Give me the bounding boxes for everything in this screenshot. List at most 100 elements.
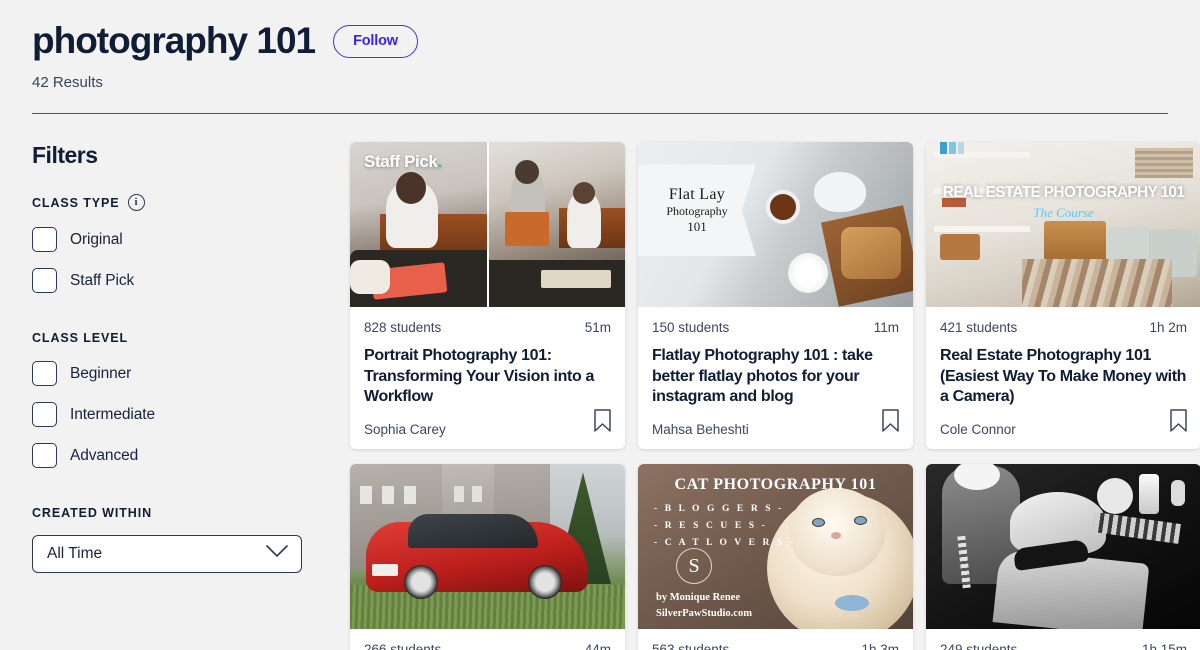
- card-title[interactable]: Real Estate Photography 101 (Easiest Way…: [940, 346, 1187, 407]
- bookmark-icon[interactable]: [1170, 409, 1187, 437]
- filters-heading: Filters: [32, 142, 98, 169]
- checkbox-original[interactable]: [32, 227, 57, 253]
- info-icon[interactable]: i: [127, 194, 145, 212]
- thumb-byline-1: by Monique Renee: [656, 592, 740, 604]
- checkbox-beginner[interactable]: [32, 361, 57, 387]
- follow-button[interactable]: Follow: [333, 24, 418, 58]
- card-title[interactable]: Portrait Photography 101: Transforming Y…: [364, 346, 611, 407]
- filter-option-advanced[interactable]: Advanced: [32, 443, 318, 469]
- search-results-page: photography 101 Follow 42 Results Filter…: [0, 0, 1200, 650]
- checkbox-label: Original: [70, 230, 123, 248]
- checkbox-intermediate[interactable]: [32, 402, 57, 428]
- duration: 1h 3m: [861, 642, 899, 650]
- thumb-tagline-3: - C A T L O V E R S -: [654, 538, 796, 549]
- checkbox-staff-pick[interactable]: [32, 268, 57, 294]
- staff-pick-dot: .: [437, 152, 442, 172]
- thumb-art-right: [488, 142, 625, 308]
- thumb-art-teapot: [814, 172, 866, 213]
- group-label-row: CLASS LEVEL: [32, 331, 318, 345]
- student-count: 421 students: [940, 320, 1018, 336]
- card-meta: 150 students 11m: [638, 307, 913, 335]
- student-count: 828 students: [364, 320, 442, 336]
- page-title: photography 101: [32, 20, 316, 61]
- thumb-art-rug: [1022, 259, 1172, 308]
- card-thumbnail[interactable]: Flat Lay Photography 101: [638, 142, 913, 308]
- page-header: photography 101 Follow 42 Results: [32, 0, 1168, 115]
- duration: 1h 15m: [1141, 642, 1187, 650]
- class-card[interactable]: Flat Lay Photography 101 150 students 11…: [638, 142, 913, 450]
- card-thumbnail[interactable]: Staff Pick.: [350, 142, 625, 308]
- filter-option-beginner[interactable]: Beginner: [32, 361, 318, 387]
- student-count: 249 students: [940, 642, 1018, 650]
- student-count: 563 students: [652, 642, 730, 650]
- card-meta: 249 students 1h 15m: [926, 629, 1200, 650]
- class-card[interactable]: 249 students 1h 15m: [926, 464, 1200, 650]
- results-count: 42 Results: [32, 73, 103, 91]
- card-footer: Mahsa Beheshti: [638, 407, 913, 449]
- thumb-tagline-1: - B L O G G E R S -: [654, 504, 784, 515]
- card-title[interactable]: Flatlay Photography 101 : take better fl…: [652, 346, 899, 407]
- student-count: 150 students: [652, 320, 730, 336]
- results-grid-column: Staff Pick. 828 students 51m Portrait Ph…: [318, 142, 1200, 650]
- filter-group-class-level: CLASS LEVEL Beginner Intermediate Advanc…: [32, 331, 318, 469]
- staff-pick-badge: Staff Pick.: [364, 152, 442, 172]
- card-author[interactable]: Cole Connor: [940, 422, 1016, 437]
- thumb-art-pastry: [841, 227, 901, 280]
- thumb-art-logo: S: [676, 548, 712, 585]
- thumb-title-line2: The Course: [1033, 205, 1094, 221]
- filters-sidebar: Filters CLASS TYPE i Original Staff Pick: [32, 142, 318, 650]
- thumb-art-teacup: [766, 190, 800, 225]
- card-meta: 563 students 1h 3m: [638, 629, 913, 650]
- card-author[interactable]: Mahsa Beheshti: [652, 422, 749, 437]
- duration: 11m: [873, 320, 899, 336]
- header-divider: [32, 112, 1168, 115]
- student-count: 266 students: [364, 642, 442, 650]
- thumb-title-banner: Flat Lay Photography 101: [638, 164, 756, 257]
- card-thumbnail[interactable]: [350, 464, 625, 630]
- class-card[interactable]: Staff Pick. 828 students 51m Portrait Ph…: [350, 142, 625, 450]
- filter-group-label: CLASS LEVEL: [32, 331, 129, 346]
- filter-option-intermediate[interactable]: Intermediate: [32, 402, 318, 428]
- bookmark-icon[interactable]: [882, 409, 899, 437]
- created-within-select-wrap: All Time: [32, 535, 302, 574]
- class-card-grid: Staff Pick. 828 students 51m Portrait Ph…: [350, 142, 1200, 650]
- thumb-title-line2: Photography: [666, 203, 728, 218]
- thumb-art-car-cabin: [408, 514, 538, 549]
- filter-group-label: CLASS TYPE: [32, 195, 120, 210]
- class-card[interactable]: CAT PHOTOGRAPHY 101 - B L O G G E R S - …: [638, 464, 913, 650]
- card-meta: 266 students 44m: [350, 629, 625, 650]
- filter-group-created-within: CREATED WITHIN All Time: [32, 506, 318, 574]
- filter-option-original[interactable]: Original: [32, 227, 318, 253]
- filter-option-staff-pick[interactable]: Staff Pick: [32, 268, 318, 294]
- card-thumbnail[interactable]: REAL ESTATE PHOTOGRAPHY 101 The Course: [926, 142, 1200, 308]
- card-thumbnail[interactable]: [926, 464, 1200, 630]
- filter-group-label: CREATED WITHIN: [32, 506, 152, 521]
- thumb-art-sign: [1097, 478, 1133, 515]
- thumb-tagline-2: - R E S C U E S -: [654, 521, 768, 532]
- thumb-byline-2: SilverPawStudio.com: [656, 608, 752, 620]
- created-within-select[interactable]: All Time: [32, 535, 302, 574]
- card-body: Real Estate Photography 101 (Easiest Way…: [926, 335, 1200, 407]
- thumb-title-line1: REAL ESTATE PHOTOGRAPHY 101: [942, 184, 1185, 202]
- card-meta: 828 students 51m: [350, 307, 625, 335]
- card-body: Flatlay Photography 101 : take better fl…: [638, 335, 913, 407]
- staff-pick-label: Staff Pick: [364, 152, 438, 172]
- card-meta: 421 students 1h 2m: [926, 307, 1200, 335]
- thumb-title-line3: 101: [687, 218, 707, 234]
- checkbox-advanced[interactable]: [32, 443, 57, 469]
- thumb-art-bottle: [1139, 474, 1159, 515]
- checkbox-label: Beginner: [70, 364, 132, 382]
- card-thumbnail[interactable]: CAT PHOTOGRAPHY 101 - B L O G G E R S - …: [638, 464, 913, 630]
- duration: 51m: [584, 320, 611, 336]
- card-footer: Sophia Carey: [350, 407, 625, 449]
- class-card[interactable]: 266 students 44m: [350, 464, 625, 650]
- card-body: Portrait Photography 101: Transforming Y…: [350, 335, 625, 407]
- card-footer: Cole Connor: [926, 407, 1200, 449]
- card-author[interactable]: Sophia Carey: [364, 422, 446, 437]
- group-label-row: CLASS TYPE i: [32, 194, 318, 212]
- filter-group-class-type: CLASS TYPE i Original Staff Pick: [32, 194, 318, 294]
- checkbox-label: Intermediate: [70, 405, 155, 423]
- bookmark-icon[interactable]: [594, 409, 611, 437]
- title-row: photography 101 Follow: [32, 20, 1168, 61]
- class-card[interactable]: REAL ESTATE PHOTOGRAPHY 101 The Course 4…: [926, 142, 1200, 450]
